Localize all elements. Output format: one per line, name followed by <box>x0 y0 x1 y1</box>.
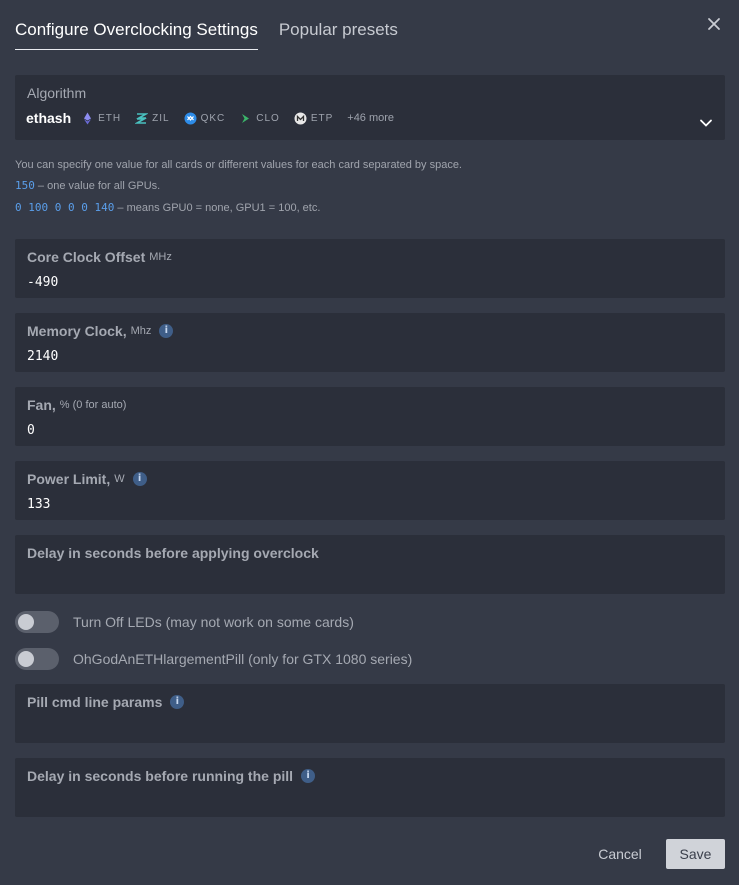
algorithm-value: ethash <box>26 110 72 126</box>
quarkchain-icon <box>184 112 197 125</box>
callisto-icon <box>239 112 252 125</box>
memory-clock-label: Memory Clock, Mhz i <box>27 323 174 339</box>
memory-clock-input[interactable]: 2140 <box>27 349 58 364</box>
core-clock-input[interactable]: -490 <box>27 275 58 290</box>
pill-toggle-label: OhGodAnETHlargementPill (only for GTX 10… <box>73 651 413 667</box>
help-text-line-2: 150 – one value for all GPUs. <box>15 179 161 192</box>
save-button[interactable]: Save <box>666 839 725 869</box>
more-algorithms-count: +46 more <box>347 112 395 124</box>
coin-zil: ZIL <box>134 112 169 125</box>
fan-input[interactable]: 0 <box>27 423 35 438</box>
algorithm-select[interactable]: Algorithm ethash ETH ZIL QKC CLO ETP +46… <box>15 75 725 140</box>
algorithm-label: Algorithm <box>27 85 87 101</box>
help-text-line-1: You can specify one value for all cards … <box>15 159 462 171</box>
pill-params-field[interactable]: Pill cmd line params i <box>15 684 725 743</box>
help-example-single: 150 <box>15 179 35 192</box>
info-icon[interactable]: i <box>301 769 316 783</box>
pill-toggle-row: OhGodAnETHlargementPill (only for GTX 10… <box>15 648 412 670</box>
tab-popular-presets[interactable]: Popular presets <box>279 18 398 50</box>
coin-etp: ETP <box>294 112 333 125</box>
coin-qkc: QKC <box>184 112 226 125</box>
info-icon[interactable]: i <box>132 472 147 486</box>
close-icon[interactable] <box>707 17 721 31</box>
algorithm-value-row: ethash ETH ZIL QKC CLO ETP +46 more <box>26 110 394 126</box>
leds-toggle[interactable] <box>15 611 59 633</box>
coin-clo: CLO <box>239 112 280 125</box>
zilliqa-icon <box>134 112 150 125</box>
tab-configure-overclocking[interactable]: Configure Overclocking Settings <box>15 18 258 50</box>
help-example-multi: 0 100 0 0 0 140 <box>15 201 115 214</box>
core-clock-label: Core Clock Offset MHz <box>27 249 172 265</box>
toggle-knob <box>18 651 34 667</box>
pill-params-label: Pill cmd line params i <box>27 694 185 710</box>
power-limit-input[interactable]: 133 <box>27 497 50 512</box>
pill-delay-label: Delay in seconds before running the pill… <box>27 768 316 784</box>
memory-clock-field[interactable]: Memory Clock, Mhz i 2140 <box>15 313 725 372</box>
leds-toggle-label: Turn Off LEDs (may not work on some card… <box>73 614 354 630</box>
info-icon[interactable]: i <box>170 695 185 709</box>
toggle-knob <box>18 614 34 630</box>
ethereum-icon <box>81 112 94 125</box>
help-text-line-3: 0 100 0 0 0 140 – means GPU0 = none, GPU… <box>15 201 321 214</box>
power-limit-label: Power Limit, W i <box>27 471 147 487</box>
tab-bar: Configure Overclocking Settings Popular … <box>15 18 419 50</box>
metaverse-icon <box>294 112 307 125</box>
coin-eth: ETH <box>81 112 121 125</box>
cancel-button[interactable]: Cancel <box>588 839 652 869</box>
delay-overclock-field[interactable]: Delay in seconds before applying overclo… <box>15 535 725 594</box>
pill-delay-field[interactable]: Delay in seconds before running the pill… <box>15 758 725 817</box>
leds-toggle-row: Turn Off LEDs (may not work on some card… <box>15 611 354 633</box>
delay-overclock-label: Delay in seconds before applying overclo… <box>27 545 319 561</box>
pill-toggle[interactable] <box>15 648 59 670</box>
power-limit-field[interactable]: Power Limit, W i 133 <box>15 461 725 520</box>
fan-label: Fan, % (0 for auto) <box>27 397 127 413</box>
fan-field[interactable]: Fan, % (0 for auto) 0 <box>15 387 725 446</box>
info-icon[interactable]: i <box>159 324 174 338</box>
core-clock-field[interactable]: Core Clock Offset MHz -490 <box>15 239 725 298</box>
chevron-down-icon[interactable] <box>699 115 713 127</box>
